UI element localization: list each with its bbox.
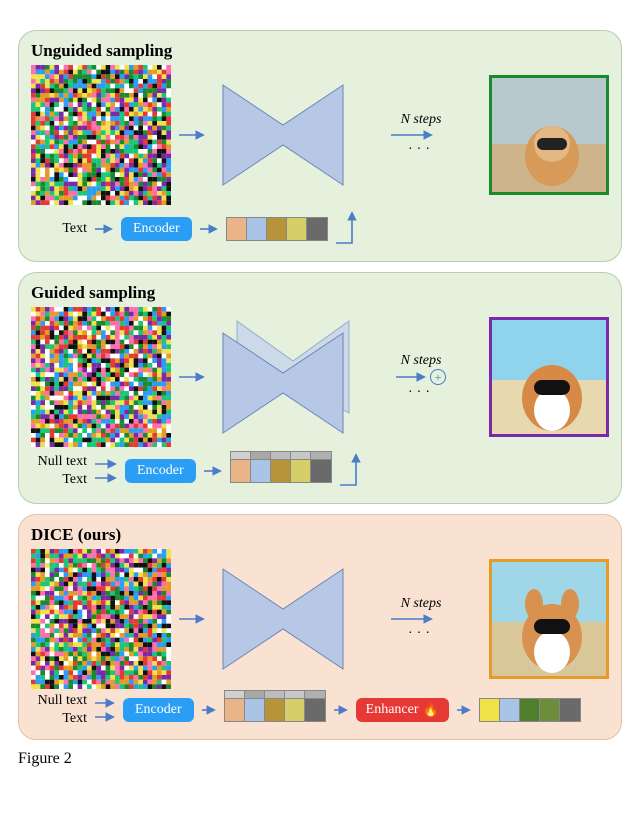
arrow-icon: [457, 704, 471, 716]
arrow-icon: [95, 223, 113, 235]
embedding-tokens: [226, 217, 328, 241]
null-text-label: Null text: [31, 454, 87, 470]
arrow-icon: [200, 223, 218, 235]
ellipsis-icon: ···: [408, 385, 434, 401]
panel-title: Guided sampling: [31, 283, 609, 303]
steps-label: N steps: [401, 596, 442, 612]
arrow-icon: [179, 609, 205, 629]
embedding-tokens-stack: [224, 698, 326, 722]
fire-icon: 🔥: [423, 702, 439, 718]
arrow-icon: [204, 465, 222, 477]
enhanced-tokens: [479, 698, 581, 722]
embedding-tokens-stack: [230, 459, 332, 483]
encoder-block: Encoder: [123, 698, 194, 722]
text-label: Text: [31, 711, 87, 727]
output-image: [489, 75, 609, 195]
arrow-pair-icon: [95, 456, 117, 486]
encoder-block: Encoder: [121, 217, 192, 241]
null-text-label: Null text: [31, 693, 87, 709]
arrow-icon: [334, 704, 348, 716]
arrow-icon: [391, 128, 451, 142]
noise-image: [31, 549, 171, 689]
noise-image: [31, 65, 171, 205]
text-label: Text: [31, 472, 87, 488]
arrow-icon: [179, 367, 205, 387]
panel-dice: DICE (ours) N steps ··· Null text Text E…: [18, 514, 622, 740]
unet-block: [213, 559, 353, 679]
plus-combine-icon: +: [430, 369, 446, 385]
panel-title: Unguided sampling: [31, 41, 609, 61]
arrow-pair-icon: [95, 695, 115, 725]
noise-image: [31, 307, 171, 447]
output-image: [489, 559, 609, 679]
arrow-icon: [396, 370, 426, 384]
panel-guided: Guided sampling N steps + ··· Null text: [18, 272, 622, 504]
panel-unguided: Unguided sampling N steps ··· Text Encod…: [18, 30, 622, 262]
ellipsis-icon: ···: [408, 626, 434, 642]
noise-svg: [31, 65, 171, 205]
noise-svg: [31, 549, 171, 689]
arrow-icon: [179, 125, 205, 145]
figure-caption: Figure 2: [18, 750, 622, 768]
arrow-up-icon: [332, 209, 372, 249]
ellipsis-icon: ···: [408, 142, 434, 158]
steps-label: N steps: [401, 353, 442, 369]
unet-stack: [213, 317, 353, 437]
arrow-icon: [391, 612, 451, 626]
arrow-up-icon: [336, 451, 376, 491]
enhancer-label: Enhancer: [366, 702, 419, 718]
steps-label: N steps: [401, 112, 442, 128]
unet-block: [213, 75, 353, 195]
noise-svg: [31, 307, 171, 447]
enhancer-block: Enhancer 🔥: [356, 698, 449, 722]
text-label: Text: [31, 221, 87, 237]
panel-title: DICE (ours): [31, 525, 609, 545]
arrow-icon: [202, 704, 216, 716]
output-image: [489, 317, 609, 437]
encoder-block: Encoder: [125, 459, 196, 483]
